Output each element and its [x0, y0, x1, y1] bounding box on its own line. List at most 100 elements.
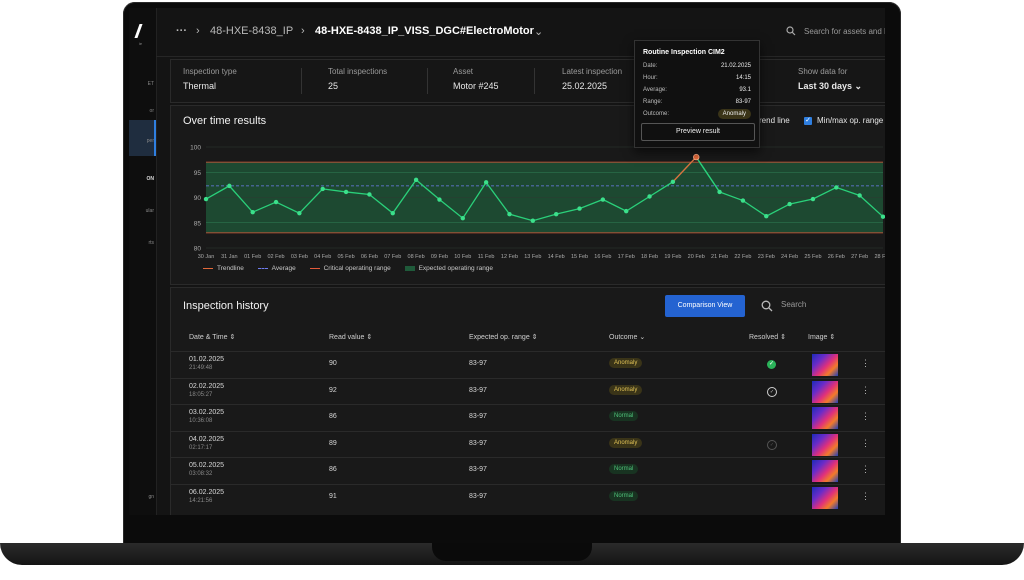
sort-icon: ⇕	[366, 334, 373, 341]
breadcrumb-parent[interactable]: 48-HXE-8438_IP	[210, 25, 293, 37]
check-icon[interactable]: ✓	[804, 116, 812, 125]
data-point	[483, 180, 489, 185]
data-point	[367, 192, 372, 197]
col-read-value[interactable]: Read value ⇕	[329, 333, 372, 341]
x-tick-label: 24 Feb	[781, 254, 798, 260]
table-row[interactable]: 06.02.2025 14:21:56 91 83-97 Normal ⋮	[170, 483, 885, 511]
data-point	[717, 189, 722, 195]
summary-latest: Latest inspection 25.02.2025	[562, 67, 622, 91]
row-date-text: 02.02.2025	[189, 382, 225, 390]
row-outcome: Anomaly	[609, 437, 643, 448]
global-search-input[interactable]: Search for assets and POIs	[804, 27, 885, 36]
y-tick-label: 95	[194, 170, 202, 177]
row-outcome: Normal	[609, 490, 639, 501]
y-tick-label: 85	[194, 220, 202, 227]
breadcrumb-more[interactable]: ···	[176, 25, 187, 37]
data-point	[647, 194, 652, 199]
data-point	[693, 153, 700, 161]
table-row[interactable]: 02.02.2025 18:05:27 92 83-97 Anomaly ✓ ⋮	[170, 377, 885, 405]
thermal-image-thumbnail[interactable]	[812, 354, 838, 376]
row-read-value: 89	[329, 439, 337, 447]
rail-label-3[interactable]: per	[129, 138, 156, 144]
tooltip-date-label: Date:	[643, 63, 658, 69]
thermal-image-thumbnail[interactable]	[812, 486, 838, 509]
kebab-icon[interactable]: ⋮	[861, 358, 870, 369]
row-time-text: 02:17:17	[189, 444, 213, 451]
inspection-type-value: Thermal	[183, 81, 217, 91]
col-outcome[interactable]: Outcome ⌄	[609, 333, 645, 341]
col-expected-range[interactable]: Expected op. range ⇕	[469, 333, 538, 341]
row-outcome: Normal	[609, 411, 639, 421]
trend-line-toggle[interactable]: rend line	[759, 116, 790, 125]
show-data-label: Show data for	[798, 67, 848, 76]
status-badge: Anomaly	[609, 384, 643, 395]
logo-subtext: ie	[139, 41, 143, 46]
history-title: Inspection history	[183, 300, 269, 312]
col-date-time[interactable]: Date & Time ⇕	[189, 333, 235, 341]
kebab-icon[interactable]: ⋮	[861, 464, 870, 475]
search-icon[interactable]	[761, 300, 773, 312]
rail-label-7[interactable]: gn	[129, 494, 156, 500]
rail-label-6[interactable]: rts	[129, 240, 156, 246]
data-point	[787, 201, 792, 207]
chart-tooltip: Routine Inspection CIM2 Date: 21.02.2025 …	[634, 40, 760, 148]
tooltip-range-label: Range:	[643, 99, 663, 105]
x-tick-label: 03 Feb	[291, 254, 308, 260]
minmax-toggle[interactable]: ✓ Min/max op. range	[804, 116, 883, 125]
row-date-text: 03.02.2025	[189, 409, 225, 416]
data-point	[624, 208, 629, 214]
col-resolved[interactable]: Resolved ⇕	[749, 333, 786, 341]
data-point	[857, 193, 862, 198]
data-point	[507, 211, 512, 217]
kebab-icon[interactable]: ⋮	[861, 411, 870, 422]
table-row[interactable]: 05.02.2025 03:08:32 86 83-97 Normal ⋮	[170, 457, 885, 484]
preview-result-button[interactable]: Preview result	[641, 123, 755, 141]
resolve-check-icon[interactable]: ✓	[767, 386, 777, 397]
summary-show-data[interactable]: Show data for Last 30 days ⌄	[798, 67, 862, 92]
table-row[interactable]: 01.02.2025 21:49:48 90 83-97 Anomaly ✓ ⋮	[170, 351, 885, 378]
summary-asset: Asset Motor #245	[453, 67, 499, 91]
rail-label-1[interactable]: ET	[129, 81, 156, 87]
tooltip-hour-value: 14:15	[735, 75, 751, 81]
breadcrumb-current[interactable]: 48-HXE-8438_IP_VISS_DGC#ElectroMotor	[315, 25, 534, 37]
tooltip-date-row: Date: 21.02.2025	[643, 63, 751, 69]
row-read-value: 86	[329, 466, 337, 473]
row-time-text: 10:36:08	[189, 418, 213, 424]
resolved-check-icon[interactable]: ✓	[767, 360, 776, 369]
rail-label-2[interactable]: or	[129, 108, 156, 114]
history-search-input[interactable]: Search	[781, 300, 806, 309]
legend-average-label: Average	[271, 265, 296, 272]
rail-label-5[interactable]: ular	[129, 208, 156, 214]
rail-label-4[interactable]: ON	[129, 176, 156, 182]
period-select[interactable]: Last 30 days ⌄	[798, 81, 862, 92]
row-read-value: 90	[329, 360, 337, 367]
app-screen: ie ET or per ON ular rts gn ··· › 48-HXE…	[129, 8, 885, 515]
row-date: 01.02.2025 21:49:48	[189, 356, 224, 371]
over-time-title: Over time results	[183, 115, 267, 127]
global-search[interactable]: Search for assets and POIs	[786, 20, 885, 42]
thermal-image-thumbnail[interactable]	[812, 380, 838, 403]
minmax-label: Min/max op. range	[817, 116, 884, 125]
data-point	[460, 216, 465, 221]
thermal-image-thumbnail[interactable]	[812, 433, 838, 456]
x-tick-label: 01 Feb	[244, 254, 261, 260]
chevron-down-icon[interactable]: ⌄	[534, 25, 543, 38]
asset-label: Asset	[453, 67, 474, 76]
laptop-notch	[432, 543, 592, 561]
kebab-icon[interactable]: ⋮	[861, 438, 870, 449]
x-tick-label: 17 Feb	[618, 254, 635, 260]
kebab-icon[interactable]: ⋮	[861, 385, 870, 396]
row-date: 03.02.2025 10:36:08	[189, 409, 224, 424]
x-tick-label: 25 Feb	[804, 254, 821, 260]
thermal-image-thumbnail[interactable]	[812, 460, 838, 482]
col-image[interactable]: Image ⇕	[808, 333, 835, 341]
row-date: 02.02.2025 18:05:27	[189, 383, 224, 398]
thermal-image-thumbnail[interactable]	[812, 407, 838, 429]
table-row[interactable]: 03.02.2025 10:36:08 86 83-97 Normal ⋮	[170, 404, 885, 431]
data-point	[413, 177, 419, 183]
table-row[interactable]: 04.02.2025 02:17:17 89 83-97 Anomaly ✓ ⋮	[170, 430, 885, 458]
sort-icon: ⇕	[531, 334, 538, 341]
kebab-icon[interactable]: ⋮	[861, 491, 870, 502]
comparison-view-button[interactable]: Comparison View	[665, 295, 745, 317]
tooltip-average-value: 93.1	[739, 87, 751, 93]
